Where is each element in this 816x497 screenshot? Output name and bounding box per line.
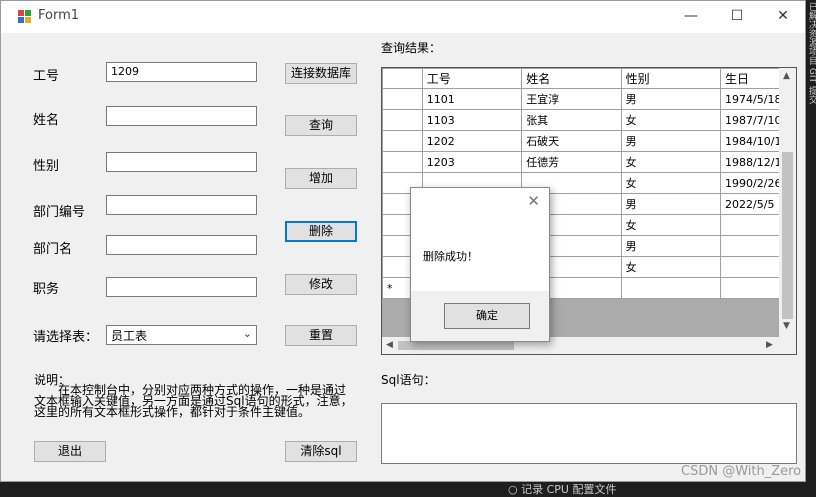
- add-button[interactable]: 增加: [285, 168, 357, 189]
- table-cell[interactable]: 1202: [421, 130, 523, 152]
- position-input[interactable]: [106, 277, 257, 297]
- table-cell[interactable]: [620, 277, 722, 299]
- query-button[interactable]: 查询: [285, 115, 357, 136]
- table-select-value: 员工表: [111, 329, 148, 343]
- table-cell[interactable]: 女: [620, 151, 722, 173]
- scroll-down-icon[interactable]: ▼: [783, 321, 790, 331]
- dialog-ok-button[interactable]: 确定: [444, 303, 530, 329]
- name-label: 姓名: [33, 113, 60, 128]
- table-cell[interactable]: 张其: [521, 109, 622, 131]
- row-header[interactable]: [382, 88, 423, 110]
- maximize-icon: ☐: [730, 8, 744, 24]
- table-cell[interactable]: 男: [620, 88, 722, 110]
- scroll-left-icon[interactable]: ◀: [386, 340, 393, 350]
- gender-label: 性别: [33, 159, 60, 174]
- background-bottom-text: ○ 记录 CPU 配置文件: [508, 483, 617, 496]
- dept-id-label: 部门编号: [33, 205, 86, 220]
- table-cell[interactable]: 石破天: [521, 130, 622, 152]
- table-select[interactable]: 员工表 ⌄: [106, 325, 257, 345]
- close-button[interactable]: ✕: [760, 1, 806, 31]
- minimize-icon: —: [684, 8, 698, 24]
- table-cell[interactable]: 男: [620, 193, 722, 215]
- table-row[interactable]: 1203 任德芳女 1988/12/1: [382, 151, 796, 173]
- form1-window: Form1 — ☐ ✕ 工号 姓名 性别 部门编号 部门名 职务 请选择表： 1…: [0, 0, 806, 482]
- table-cell[interactable]: 女: [620, 256, 722, 278]
- vertical-scroll-thumb[interactable]: [782, 152, 793, 319]
- table-row[interactable]: 1101 王宜淳男 1974/5/18: [382, 88, 796, 110]
- table-cell[interactable]: 任德芳: [521, 151, 622, 173]
- app-icon: [18, 10, 31, 23]
- sql-input[interactable]: [381, 403, 797, 464]
- position-label: 职务: [33, 282, 60, 297]
- column-header[interactable]: 姓名: [521, 68, 622, 89]
- dept-id-input[interactable]: [106, 195, 257, 215]
- modify-button[interactable]: 修改: [285, 274, 357, 295]
- dept-name-input[interactable]: [106, 235, 257, 255]
- title-bar[interactable]: Form1 — ☐ ✕: [1, 1, 805, 33]
- scroll-right-icon[interactable]: ▶: [766, 340, 773, 350]
- chevron-down-icon: ⌄: [242, 327, 252, 340]
- background-side-strip: 已解决资源项目 GIT 提交: [806, 0, 816, 200]
- table-cell[interactable]: 1101: [421, 88, 523, 110]
- message-dialog: ✕ 删除成功！ 确定: [410, 187, 550, 342]
- table-cell[interactable]: 男: [620, 130, 722, 152]
- description-text: 在本控制台中，分别对应两种方式的操作，一种是通过文本框输入关键值，另一方面是通过…: [34, 383, 354, 419]
- minimize-button[interactable]: —: [668, 1, 714, 31]
- dept-name-label: 部门名: [33, 242, 73, 257]
- side-text: 已解决资源项目 GIT 提交: [807, 2, 816, 104]
- name-input[interactable]: [106, 106, 257, 126]
- table-cell[interactable]: 男: [620, 235, 722, 257]
- row-header[interactable]: [382, 151, 423, 173]
- table-cell[interactable]: 女: [620, 109, 722, 131]
- row-header-corner: [382, 68, 423, 89]
- dialog-message: 删除成功！: [423, 250, 478, 263]
- bottom-text-label: 记录 CPU 配置文件: [521, 483, 617, 496]
- row-header[interactable]: [382, 109, 423, 131]
- table-cell[interactable]: 女: [620, 214, 722, 236]
- dialog-close-icon[interactable]: ✕: [527, 192, 540, 210]
- employee-id-label: 工号: [33, 69, 60, 84]
- maximize-button[interactable]: ☐: [714, 1, 760, 31]
- results-label: 查询结果：: [381, 41, 442, 55]
- table-row[interactable]: 1202 石破天男 1984/10/1: [382, 130, 796, 152]
- table-row[interactable]: 1103 张其女 1987/7/10: [382, 109, 796, 131]
- column-header[interactable]: 工号: [421, 68, 523, 89]
- employee-id-input[interactable]: 1209: [106, 62, 257, 82]
- table-cell[interactable]: 1203: [421, 151, 523, 173]
- delete-button[interactable]: 删除: [285, 221, 357, 242]
- watermark: CSDN @With_Zero: [681, 464, 802, 479]
- close-icon: ✕: [777, 8, 789, 24]
- gender-input[interactable]: [106, 152, 257, 172]
- horizontal-scroll-thumb[interactable]: [398, 341, 514, 350]
- table-cell[interactable]: 女: [620, 172, 722, 194]
- connect-db-button[interactable]: 连接数据库: [285, 63, 357, 84]
- window-title: Form1: [38, 8, 80, 23]
- description-body: 在本控制台中，分别对应两种方式的操作，一种是通过文本框输入关键值，另一方面是通过…: [34, 383, 353, 419]
- vertical-scrollbar[interactable]: ▲ ▼: [779, 68, 796, 338]
- table-cell[interactable]: 1103: [421, 109, 523, 131]
- exit-button[interactable]: 退出: [34, 441, 106, 462]
- reset-button[interactable]: 重置: [285, 325, 357, 346]
- row-header[interactable]: [382, 130, 423, 152]
- clear-sql-button[interactable]: 清除sql: [285, 441, 357, 462]
- column-header[interactable]: 性别: [620, 68, 722, 89]
- sql-label: Sql语句：: [381, 373, 436, 387]
- scroll-up-icon[interactable]: ▲: [783, 71, 790, 81]
- table-select-label: 请选择表：: [33, 330, 99, 345]
- header-row: 工号 姓名 性别 生日: [382, 68, 796, 89]
- table-cell[interactable]: 王宜淳: [521, 88, 622, 110]
